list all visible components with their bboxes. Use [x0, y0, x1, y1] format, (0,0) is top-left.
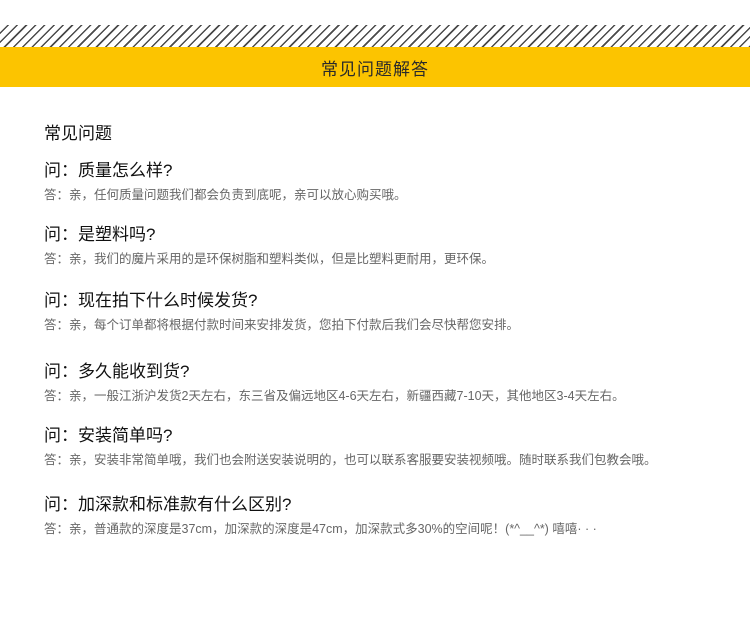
header-banner: 常见问题解答 — [0, 47, 750, 87]
faq-answer: 答：亲，每个订单都将根据付款时间来安排发货，您拍下付款后我们会尽快帮您安排。 — [44, 318, 520, 332]
faq-answer: 答：亲，一般江浙沪发货2天左右，东三省及偏远地区4-6天左右，新疆西藏7-10天… — [44, 389, 625, 403]
faq-item: 问：多久能收到货? 答：亲，一般江浙沪发货2天左右，东三省及偏远地区4-6天左右… — [44, 361, 625, 405]
section-heading: 常见问题 — [44, 124, 112, 143]
faq-answer: 答：亲，普通款的深度是37cm，加深款的深度是47cm，加深款式多30%的空间呢… — [44, 522, 597, 536]
faq-answer: 答：亲，任何质量问题我们都会负责到底呢，亲可以放心购买哦。 — [44, 188, 407, 202]
faq-question: 问：多久能收到货? — [44, 362, 190, 381]
faq-item: 问：安装简单吗? 答：亲，安装非常简单哦，我们也会附送安装说明的，也可以联系客服… — [44, 425, 657, 469]
faq-item: 问：现在拍下什么时候发货? 答：亲，每个订单都将根据付款时间来安排发货，您拍下付… — [44, 290, 519, 334]
faq-item: 问：加深款和标准款有什么区别? 答：亲，普通款的深度是37cm，加深款的深度是4… — [44, 494, 597, 538]
faq-question: 问：质量怎么样? — [44, 161, 173, 180]
faq-item: 问：质量怎么样? 答：亲，任何质量问题我们都会负责到底呢，亲可以放心购买哦。 — [44, 160, 407, 204]
faq-question: 问：安装简单吗? — [44, 426, 173, 445]
faq-item: 问：是塑料吗? 答：亲，我们的魔片采用的是环保树脂和塑料类似，但是比塑料更耐用，… — [44, 224, 494, 268]
banner-title: 常见问题解答 — [321, 59, 429, 79]
faq-answer: 答：亲，我们的魔片采用的是环保树脂和塑料类似，但是比塑料更耐用，更环保。 — [44, 252, 495, 266]
faq-question: 问：是塑料吗? — [44, 225, 156, 244]
faq-question: 问：现在拍下什么时候发货? — [44, 291, 258, 310]
faq-question: 问：加深款和标准款有什么区别? — [44, 495, 292, 514]
decorative-stripe-band — [0, 25, 750, 47]
faq-content: 常见问题 问：质量怎么样? 答：亲，任何质量问题我们都会负责到底呢，亲可以放心购… — [44, 124, 734, 536]
faq-answer: 答：亲，安装非常简单哦，我们也会附送安装说明的，也可以联系客服要安装视频哦。随时… — [44, 453, 657, 467]
